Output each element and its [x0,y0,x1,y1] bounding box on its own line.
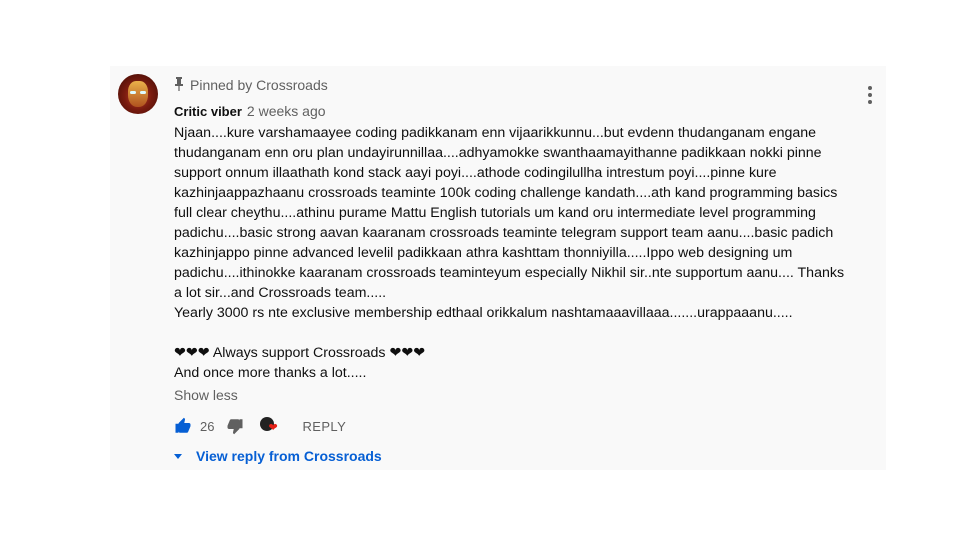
avatar-eye-right [140,91,146,94]
creator-heart-icon: ❤ [260,416,280,436]
comment-text: Njaan....kure varshamaayee coding padikk… [174,123,854,383]
comment-line: padichu....ithinokke kaaranam crossroads… [174,265,845,281]
hearts-left: ❤❤❤ [174,345,210,361]
pinned-badge: Pinned by Crossroads [174,76,328,94]
comment-line: a lot sir...and Crossroads team..... [174,285,387,301]
comment-line: Yearly 3000 rs nte exclusive membership … [174,305,793,321]
avatar-eye-left [130,91,136,94]
comment-actions: 26 ❤ REPLY [174,416,346,436]
author-name[interactable]: Critic viber [174,104,242,119]
comment-card: Pinned by Crossroads Critic viber 2 week… [110,66,886,470]
comment-line: kazhinjappo pinne advanced levelil padik… [174,245,793,261]
heart-icon: ❤ [268,422,278,434]
show-less-button[interactable]: Show less [174,387,238,403]
pinned-label: Pinned by Crossroads [190,77,328,93]
hearts-right: ❤❤❤ [389,345,426,361]
more-vert-icon[interactable] [864,86,876,106]
caret-down-icon [174,453,182,459]
view-reply-button[interactable]: View reply from Crossroads [174,447,382,465]
comment-line: Njaan....kure varshamaayee coding padikk… [174,125,817,141]
pin-icon [174,76,184,94]
avatar-mask-shape [128,81,148,107]
support-text: Always support Crossroads [209,345,390,361]
thumbs-down-icon[interactable] [226,417,244,435]
author-row: Critic viber 2 weeks ago [174,102,326,120]
like-count: 26 [200,418,215,434]
comment-line: kazhinjaappazhaanu crossroads teaminte 1… [174,185,838,201]
closing-line: And once more thanks a lot..... [174,365,367,381]
comment-line: full clear cheythu....athinu purame Matt… [174,205,816,221]
support-line: ❤❤❤ Always support Crossroads ❤❤❤ [174,343,854,363]
comment-line: padichu....basic strong aavan kaaranam c… [174,225,834,241]
comment-line: thudanganam enn oru plan undayirunnillaa… [174,145,822,161]
view-reply-label: View reply from Crossroads [196,448,382,464]
comment-timestamp[interactable]: 2 weeks ago [247,103,326,119]
thumbs-up-icon[interactable] [174,417,192,435]
avatar[interactable] [118,74,158,114]
reply-button[interactable]: REPLY [302,419,346,434]
line-spacer [174,323,854,343]
comment-line: support onnum illaathath kond stack aayi… [174,165,777,181]
